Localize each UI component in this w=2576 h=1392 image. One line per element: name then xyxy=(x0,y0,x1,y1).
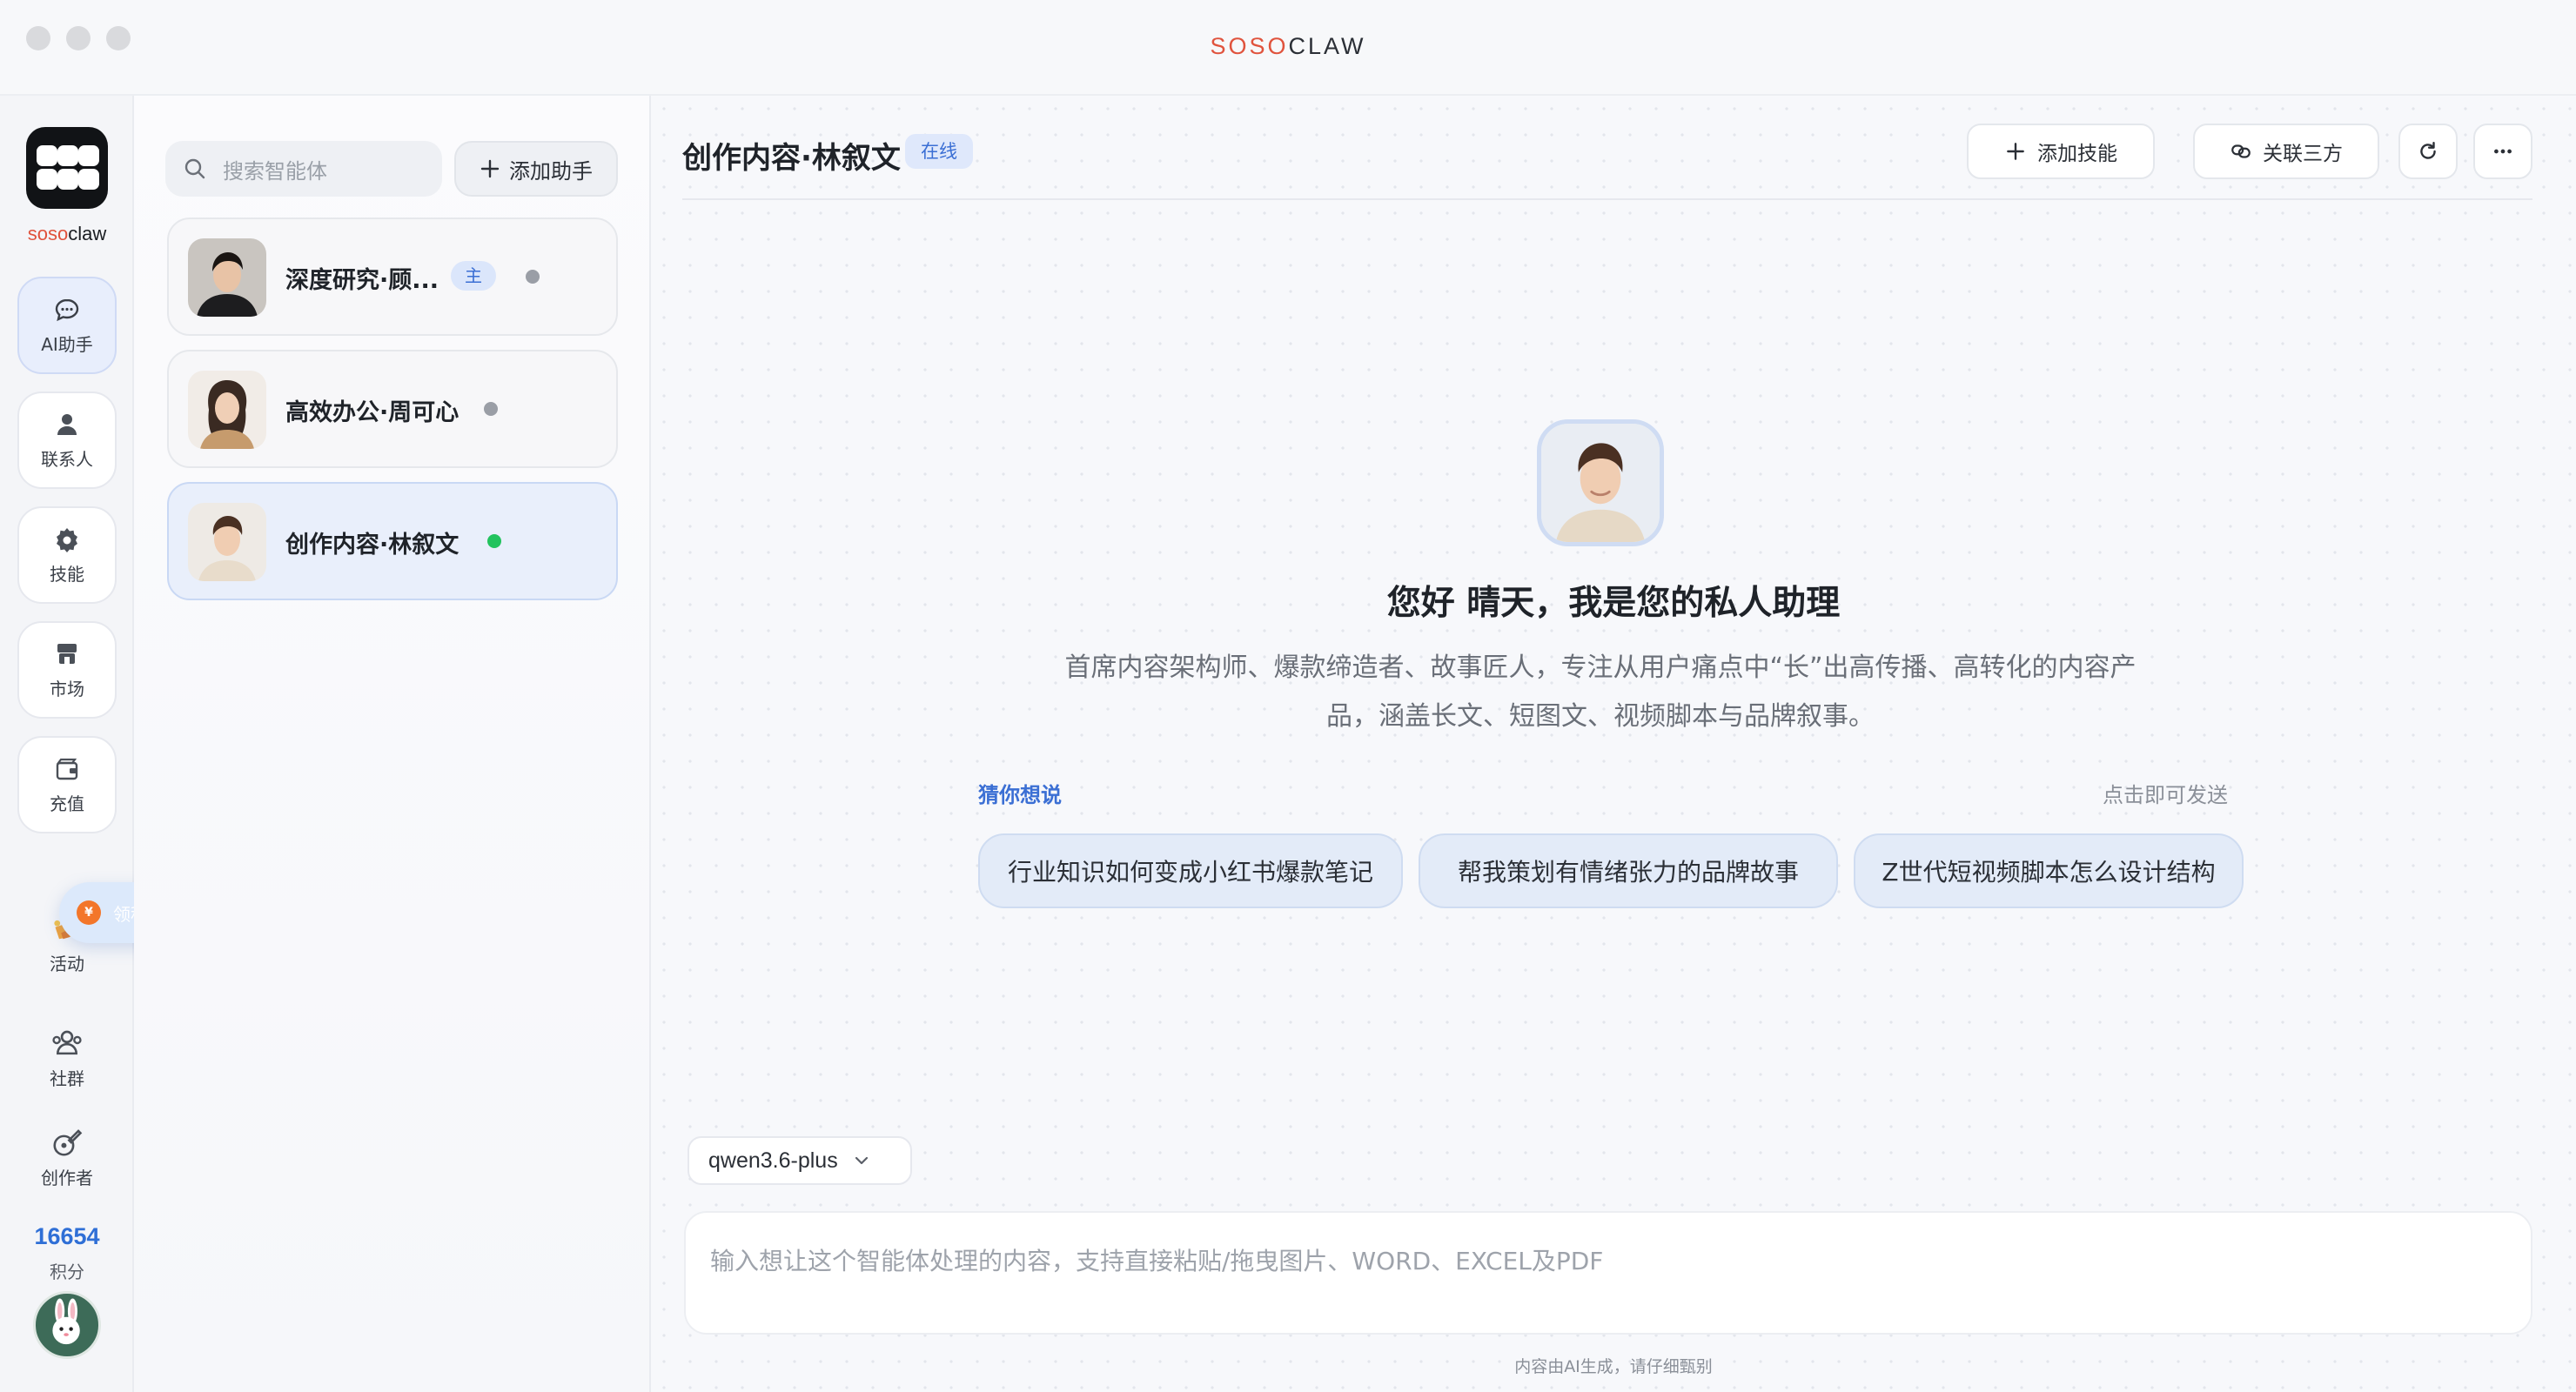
message-input[interactable]: 输入想让这个智能体处理的内容，支持直接粘贴/拖曳图片、WORD、EXCEL及PD… xyxy=(684,1211,2532,1335)
assistant-card[interactable]: 创作内容·林叙文 xyxy=(167,482,618,600)
logo-mark xyxy=(78,169,99,190)
model-name: qwen3.6-plus xyxy=(708,1148,838,1173)
pen-icon xyxy=(53,1129,83,1156)
logo-mark xyxy=(57,145,78,166)
more-options-button[interactable] xyxy=(2473,124,2532,179)
assistant-avatar xyxy=(188,238,266,317)
assistant-name: 高效办公·周可心 xyxy=(285,399,460,426)
rail-item-contacts[interactable]: 联系人 xyxy=(17,392,117,489)
assistant-card[interactable]: 高效办公·周可心 xyxy=(167,350,618,468)
assistant-card[interactable]: 深度研究·顾... 主 xyxy=(167,218,618,336)
rabbit-avatar-icon xyxy=(52,1298,80,1345)
greeting-heading: 您好 晴天，我是您的私人助理 xyxy=(1386,584,1841,623)
logo-mark xyxy=(57,169,78,190)
link-icon xyxy=(2231,144,2251,158)
brand-part2: claw xyxy=(68,223,107,244)
rail-item-recharge[interactable]: 充值 xyxy=(17,736,117,833)
person-icon xyxy=(57,413,77,435)
suggestion-chip[interactable]: 行业知识如何变成小红书爆款笔记 xyxy=(978,833,1403,908)
link-third-party-label: 关联三方 xyxy=(2263,143,2343,165)
rail-item-label: 市场 xyxy=(50,678,84,699)
rail-item-label: 联系人 xyxy=(41,448,93,470)
status-dot xyxy=(487,534,501,548)
online-status-badge: 在线 xyxy=(905,134,973,169)
status-dot xyxy=(484,402,498,416)
app-title: SOSOCLAW xyxy=(0,33,2576,60)
link-third-party-button[interactable]: 关联三方 xyxy=(2193,124,2379,179)
plus-icon xyxy=(2007,143,2024,160)
user-avatar[interactable] xyxy=(33,1291,101,1359)
rail-item-community[interactable]: 社群 xyxy=(0,1027,134,1090)
man-portrait-icon xyxy=(188,238,266,317)
chat-main: 创作内容·林叙文 在线 添加技能 关联三方 您好 晴天，我是您的私人助理 首席内… xyxy=(651,96,2576,1392)
model-selector[interactable]: qwen3.6-plus xyxy=(688,1136,912,1185)
assistant-description: 首席内容架构师、爆款缔造者、故事匠人，专注从用户痛点中“长”出高传播、高转化的内… xyxy=(1064,652,2137,732)
suggestion-chip[interactable]: 帮我策划有情绪张力的品牌故事 xyxy=(1419,833,1838,908)
points-value: 16654 xyxy=(34,1223,100,1249)
rail-item-label: 创作者 xyxy=(41,1168,93,1188)
group-icon xyxy=(52,1030,82,1055)
refresh-button[interactable] xyxy=(2398,124,2458,179)
rail-item-skills[interactable]: 技能 xyxy=(17,506,117,604)
man-portrait-icon xyxy=(1541,424,1660,542)
man-portrait-icon xyxy=(188,503,266,581)
assistant-avatar xyxy=(188,371,266,449)
app-window: SOSOCLAW sosoclaw AI助手 联系人 技能 市场 充值 活动 社… xyxy=(0,0,2576,1392)
coin-icon: ¥ xyxy=(77,900,101,925)
add-skill-button[interactable]: 添加技能 xyxy=(1967,124,2155,179)
store-icon xyxy=(57,643,77,664)
assistant-name: 创作内容·林叙文 xyxy=(285,532,460,559)
assistant-hero-avatar xyxy=(1537,419,1664,546)
app-title-part2: CLAW xyxy=(1288,33,1366,59)
suggestion-chip[interactable]: Z世代短视频脚本怎么设计结构 xyxy=(1854,833,2244,908)
chat-bubble-icon xyxy=(55,298,79,321)
brand-name: sosoclaw xyxy=(0,223,134,245)
logo-mark xyxy=(37,169,57,190)
assistant-name: 深度研究·顾... xyxy=(285,267,439,294)
more-dots-icon xyxy=(2494,149,2512,154)
search-input[interactable]: 搜索智能体 xyxy=(165,141,442,197)
search-icon xyxy=(184,158,205,179)
ai-disclaimer: 内容由AI生成，请仔细甄别 xyxy=(1514,1357,1713,1376)
chat-title: 创作内容·林叙文 xyxy=(682,141,901,176)
add-skill-label: 添加技能 xyxy=(2037,143,2117,165)
search-placeholder: 搜索智能体 xyxy=(223,158,327,184)
primary-badge: 主 xyxy=(451,261,496,291)
assistant-list-panel: 搜索智能体 添加助手 深度研究·顾... 主 高效办公·周可心 创作内容·林叙文 xyxy=(134,96,651,1392)
wallet-icon xyxy=(56,758,78,780)
logo-mark xyxy=(78,145,99,166)
rail-item-creator[interactable]: 创作者 xyxy=(0,1126,134,1189)
title-bar: SOSOCLAW xyxy=(0,0,2576,96)
points-label: 积分 xyxy=(50,1262,84,1282)
rail-item-label: AI助手 xyxy=(41,333,93,355)
left-rail: sosoclaw AI助手 联系人 技能 市场 充值 活动 社群 创作者 166… xyxy=(0,96,134,1392)
gear-icon xyxy=(57,527,77,552)
status-dot xyxy=(526,270,540,284)
rail-item-label: 技能 xyxy=(50,563,84,585)
message-input-placeholder: 输入想让这个智能体处理的内容，支持直接粘贴/拖曳图片、WORD、EXCEL及PD… xyxy=(710,1247,1604,1275)
header-divider xyxy=(682,198,2532,200)
app-logo xyxy=(26,127,108,209)
woman-portrait-icon xyxy=(188,371,266,449)
logo-mark xyxy=(37,145,57,166)
add-assistant-label: 添加助手 xyxy=(509,158,593,184)
brand-part1: soso xyxy=(27,223,69,244)
rail-item-label: 活动 xyxy=(50,954,84,974)
add-assistant-button[interactable]: 添加助手 xyxy=(454,141,618,197)
chevron-down-icon xyxy=(855,1156,868,1165)
rail-item-ai-assistant[interactable]: AI助手 xyxy=(17,277,117,374)
app-title-part1: SOSO xyxy=(1210,33,1289,59)
refresh-icon xyxy=(2420,142,2436,159)
send-hint: 点击即可发送 xyxy=(2103,783,2228,807)
plus-icon xyxy=(480,159,500,178)
rail-item-label: 社群 xyxy=(50,1068,84,1089)
rail-item-label: 充值 xyxy=(50,793,84,814)
assistant-avatar xyxy=(188,503,266,581)
suggestions-label: 猜你想说 xyxy=(978,783,1062,807)
rail-item-market[interactable]: 市场 xyxy=(17,621,117,719)
